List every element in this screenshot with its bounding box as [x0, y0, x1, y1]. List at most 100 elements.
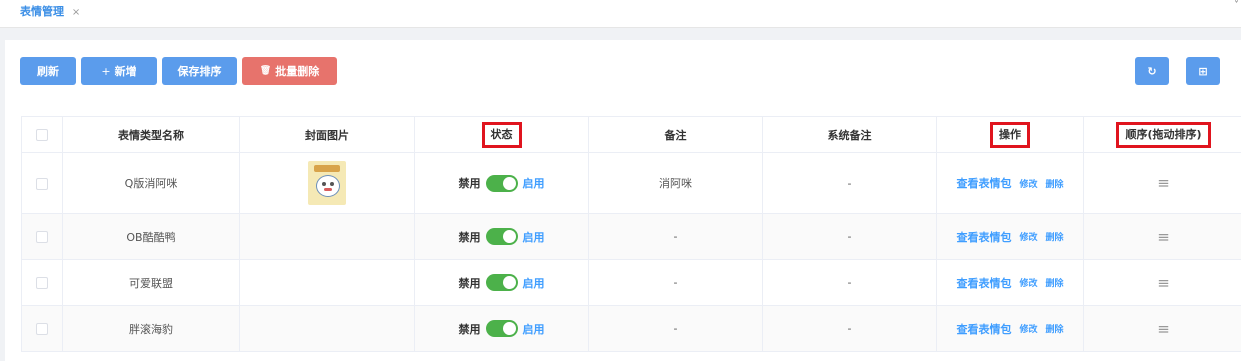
header-status: 状态 — [481, 121, 522, 148]
header-cover: 封面图片 — [239, 116, 415, 153]
row-status-cell: 禁用 启用 — [414, 259, 589, 306]
table-header-row: 表情类型名称 封面图片 状态 备注 系统备注 操作 顺序(拖动排序) — [21, 116, 1241, 153]
view-emoji-pack-link[interactable]: 查看表情包 — [956, 275, 1011, 291]
row-system-note: - — [762, 305, 937, 352]
row-note: - — [588, 213, 763, 260]
row-system-note: - — [762, 259, 937, 306]
edit-link[interactable]: 修改 — [1019, 322, 1037, 335]
row-actions-cell: 查看表情包 修改 删除 — [936, 213, 1084, 260]
add-label: 新增 — [114, 65, 137, 78]
row-cover-cell — [239, 152, 415, 214]
plus-icon: + — [101, 64, 111, 78]
status-off-label: 禁用 — [458, 276, 481, 290]
add-button[interactable]: + 新增 — [81, 57, 157, 85]
status-on-label: 启用 — [522, 322, 545, 336]
status-on-label: 启用 — [522, 177, 545, 190]
tab-emoji-management[interactable]: 表情管理 × — [20, 3, 80, 19]
toggle-knob — [502, 176, 516, 190]
row-status-cell: 禁用 启用 — [414, 213, 589, 260]
status-toggle[interactable] — [485, 274, 518, 291]
row-note: - — [588, 305, 763, 352]
save-sort-button[interactable]: 保存排序 — [162, 57, 237, 85]
cover-image — [308, 161, 346, 205]
row-select-cell[interactable] — [21, 305, 63, 352]
grid-icon: ⊞ — [1198, 64, 1208, 78]
save-sort-label: 保存排序 — [177, 65, 222, 78]
row-actions-cell: 查看表情包 修改 删除 — [936, 152, 1084, 214]
tab-close-icon[interactable]: × — [72, 7, 80, 18]
select-all-header[interactable] — [21, 116, 63, 153]
status-off-label: 禁用 — [458, 322, 481, 336]
row-actions-cell: 查看表情包 修改 删除 — [936, 259, 1084, 306]
row-select-cell[interactable] — [21, 259, 63, 306]
row-name: OB酷酷鸭 — [62, 213, 240, 260]
row-checkbox[interactable] — [36, 323, 48, 335]
emoji-type-table: 表情类型名称 封面图片 状态 备注 系统备注 操作 顺序(拖动排序) Q版消阿咪 — [21, 116, 1241, 352]
toggle-knob — [502, 322, 516, 335]
status-toggle[interactable] — [485, 228, 518, 245]
status-off-label: 禁用 — [458, 177, 481, 190]
drag-handle-icon[interactable]: ≡ — [1157, 228, 1170, 246]
drag-handle-icon[interactable]: ≡ — [1157, 174, 1170, 192]
status-off-label: 禁用 — [458, 230, 481, 244]
header-actions-cell: 操作 — [936, 116, 1084, 153]
table-row: Q版消阿咪 禁用 启用 消阿咪 - 查看表情包 修改 删除 ≡ — [21, 152, 1241, 214]
bulk-delete-label: 批量删除 — [275, 65, 320, 78]
tab-label: 表情管理 — [20, 5, 64, 18]
row-note: - — [588, 259, 763, 306]
table-row: 胖滚海豹 禁用 启用 - - 查看表情包 修改 删除 ≡ — [21, 305, 1241, 352]
refresh-label: 刷新 — [37, 65, 59, 78]
view-emoji-pack-link[interactable]: 查看表情包 — [956, 229, 1011, 245]
delete-link[interactable]: 删除 — [1046, 276, 1064, 289]
row-order-cell: ≡ — [1083, 305, 1241, 352]
tab-bar: 表情管理 × ˅ — [0, 0, 1241, 28]
reload-button[interactable]: ↻ — [1135, 57, 1169, 85]
row-note: 消阿咪 — [588, 152, 763, 214]
drag-handle-icon[interactable]: ≡ — [1157, 274, 1170, 292]
row-order-cell: ≡ — [1083, 213, 1241, 260]
row-order-cell: ≡ — [1083, 259, 1241, 306]
edit-link[interactable]: 修改 — [1019, 230, 1037, 243]
drag-handle-icon[interactable]: ≡ — [1157, 320, 1170, 338]
status-toggle[interactable] — [485, 174, 518, 192]
header-note: 备注 — [588, 116, 763, 153]
header-order: 顺序(拖动排序) — [1116, 121, 1211, 148]
delete-link[interactable]: 删除 — [1046, 177, 1064, 190]
status-toggle[interactable] — [485, 320, 518, 337]
row-name: 胖滚海豹 — [62, 305, 240, 352]
row-status-cell: 禁用 启用 — [414, 152, 589, 214]
view-emoji-pack-link[interactable]: 查看表情包 — [956, 321, 1011, 337]
toggle-knob — [502, 230, 516, 243]
row-checkbox[interactable] — [36, 277, 48, 289]
header-status-cell: 状态 — [414, 116, 589, 153]
view-emoji-pack-link[interactable]: 查看表情包 — [956, 175, 1011, 191]
row-select-cell[interactable] — [21, 213, 63, 260]
row-cover-cell — [239, 213, 415, 260]
edit-link[interactable]: 修改 — [1019, 177, 1037, 190]
tab-chevron-icon[interactable]: ˅ — [1234, 0, 1239, 11]
row-status-cell: 禁用 启用 — [414, 305, 589, 352]
select-all-checkbox[interactable] — [36, 129, 48, 141]
row-system-note: - — [762, 152, 937, 214]
header-system-note: 系统备注 — [762, 116, 937, 153]
edit-link[interactable]: 修改 — [1019, 276, 1037, 289]
header-actions: 操作 — [990, 121, 1030, 148]
header-order-cell: 顺序(拖动排序) — [1083, 116, 1241, 153]
delete-link[interactable]: 删除 — [1046, 230, 1064, 243]
bulk-delete-button[interactable]: 🗑 批量删除 — [242, 57, 337, 85]
grid-view-button[interactable]: ⊞ — [1186, 57, 1220, 85]
delete-link[interactable]: 删除 — [1046, 322, 1064, 335]
header-name: 表情类型名称 — [62, 116, 240, 153]
refresh-button[interactable]: 刷新 — [20, 57, 76, 85]
row-cover-cell — [239, 259, 415, 306]
row-system-note: - — [762, 213, 937, 260]
status-on-label: 启用 — [522, 276, 545, 290]
row-checkbox[interactable] — [36, 177, 48, 190]
content-panel: 刷新 + 新增 保存排序 🗑 批量删除 ↻ ⊞ 表情类型名称 封面图片 状态 备… — [5, 40, 1241, 361]
row-name: Q版消阿咪 — [62, 152, 240, 214]
row-checkbox[interactable] — [36, 231, 48, 243]
row-actions-cell: 查看表情包 修改 删除 — [936, 305, 1084, 352]
row-select-cell[interactable] — [21, 152, 63, 214]
trash-icon: 🗑 — [259, 66, 272, 76]
reload-icon: ↻ — [1147, 64, 1157, 78]
